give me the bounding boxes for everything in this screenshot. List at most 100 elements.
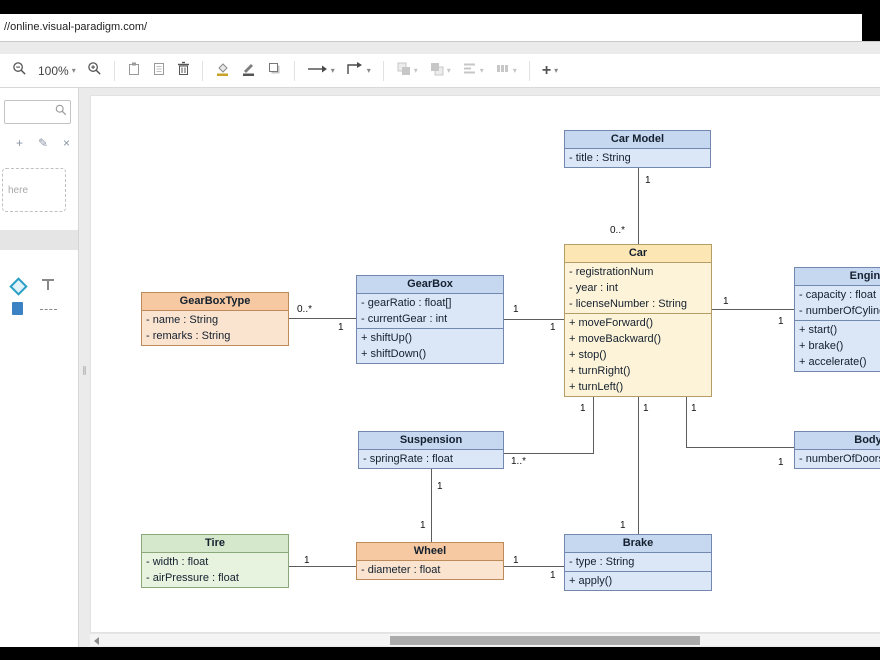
line-color-button[interactable] xyxy=(237,58,260,84)
palette-item-document[interactable] xyxy=(12,302,23,315)
search-icon xyxy=(55,103,67,121)
association-line[interactable] xyxy=(504,319,564,320)
class-gearbox[interactable]: GearBox- gearRatio : float[]- currentGea… xyxy=(356,275,504,364)
scrollbar-thumb[interactable] xyxy=(390,636,700,645)
association-line[interactable] xyxy=(686,397,687,448)
multiplicity-label[interactable]: 1 xyxy=(777,316,785,327)
fill-color-button[interactable] xyxy=(211,58,234,84)
shape-sidebar: + ✎ × here xyxy=(0,88,79,647)
class-engine[interactable]: Engine- capacity : float- numberOfCylind… xyxy=(794,267,880,372)
class-member: - licenseNumber : String xyxy=(565,296,711,312)
chevron-down-icon: ▾ xyxy=(414,66,418,75)
multiplicity-label[interactable]: 1 xyxy=(690,403,698,414)
association-line[interactable] xyxy=(504,566,564,567)
class-member: - currentGear : int xyxy=(357,311,503,327)
multiplicity-label[interactable]: 1 xyxy=(419,520,427,531)
palette-item-dashed-line[interactable] xyxy=(40,309,57,310)
add-palette-button[interactable]: + xyxy=(16,136,23,150)
browser-address-bar: //online.visual-paradigm.com/ xyxy=(0,14,880,42)
horizontal-scrollbar[interactable] xyxy=(90,633,880,646)
elbow-connector-button[interactable]: ▾ xyxy=(342,58,375,83)
multiplicity-label[interactable]: 1 xyxy=(436,481,444,492)
multiplicity-label[interactable]: 1 xyxy=(303,555,311,566)
multiplicity-label[interactable]: 1 xyxy=(642,403,650,414)
class-car[interactable]: Car- registrationNum- year : int- licens… xyxy=(564,244,712,397)
association-line[interactable] xyxy=(289,566,356,567)
close-palette-button[interactable]: × xyxy=(63,136,70,150)
zoom-in-icon xyxy=(87,61,102,81)
class-tire[interactable]: Tire- width : float- airPressure : float xyxy=(141,534,289,588)
class-gearboxtype[interactable]: GearBoxType- name : String- remarks : St… xyxy=(141,292,289,346)
palette-item-decision[interactable] xyxy=(12,280,25,293)
delete-button[interactable] xyxy=(173,58,194,84)
paste-button[interactable] xyxy=(123,58,145,84)
class-title: Brake xyxy=(565,535,711,553)
multiplicity-label[interactable]: 0..* xyxy=(609,225,626,236)
class-member: - springRate : float xyxy=(359,451,503,467)
class-member: + shiftUp() xyxy=(357,330,503,346)
class-title: Tire xyxy=(142,535,288,553)
add-shape-button[interactable]: + ▾ xyxy=(538,61,562,81)
multiplicity-label[interactable]: 1 xyxy=(619,520,627,531)
palette-section-header[interactable] xyxy=(0,230,78,250)
class-title: Car Model xyxy=(565,131,710,149)
connector-style-button[interactable]: ▾ xyxy=(303,59,339,83)
association-line[interactable] xyxy=(712,309,794,310)
multiplicity-label[interactable]: 1 xyxy=(722,296,730,307)
class-attrs: - numberOfDoors : int xyxy=(795,450,880,468)
multiplicity-label[interactable]: 1 xyxy=(337,322,345,333)
class-attrs: - width : float- airPressure : float xyxy=(142,553,288,587)
association-line[interactable] xyxy=(686,447,794,448)
multiplicity-label[interactable]: 1 xyxy=(549,322,557,333)
multiplicity-label[interactable]: 1 xyxy=(512,304,520,315)
class-title: Suspension xyxy=(359,432,503,450)
multiplicity-label[interactable]: 1 xyxy=(549,570,557,581)
chevron-down-icon: ▾ xyxy=(513,66,517,75)
palette-item-tbar[interactable] xyxy=(40,278,56,297)
shadow-button[interactable] xyxy=(263,58,286,84)
class-member: + moveBackward() xyxy=(565,331,711,347)
multiplicity-label[interactable]: 1..* xyxy=(510,456,527,467)
bring-forward-button[interactable]: ▾ xyxy=(392,58,422,84)
search-input[interactable] xyxy=(5,105,53,119)
multiplicity-label[interactable]: 1 xyxy=(644,175,652,186)
association-line[interactable] xyxy=(638,397,639,534)
association-line[interactable] xyxy=(593,397,594,453)
tbar-shape-icon xyxy=(40,278,56,292)
class-suspension[interactable]: Suspension- springRate : float xyxy=(358,431,504,469)
distribute-button[interactable]: ▾ xyxy=(491,58,521,84)
association-line[interactable] xyxy=(289,318,356,319)
multiplicity-label[interactable]: 0..* xyxy=(296,304,313,315)
class-attrs: - type : String xyxy=(565,553,711,571)
zoom-in-button[interactable] xyxy=(83,58,106,84)
shape-drop-zone[interactable]: here xyxy=(2,168,66,212)
class-car-model[interactable]: Car Model- title : String xyxy=(564,130,711,168)
association-line[interactable] xyxy=(504,453,594,454)
send-backward-button[interactable]: ▾ xyxy=(425,58,455,84)
class-member: + accelerate() xyxy=(795,354,880,370)
browser-url[interactable]: //online.visual-paradigm.com/ xyxy=(0,14,880,41)
class-wheel[interactable]: Wheel- diameter : float xyxy=(356,542,504,580)
multiplicity-label[interactable]: 1 xyxy=(512,555,520,566)
app-window: //online.visual-paradigm.com/ 100% ▾ xyxy=(0,0,880,660)
dashed-line-icon xyxy=(40,309,57,310)
sidebar-collapse-handle[interactable]: ∥ xyxy=(79,358,90,382)
duplicate-button[interactable] xyxy=(148,58,170,84)
association-line[interactable] xyxy=(431,469,432,542)
scroll-left-arrow-icon[interactable] xyxy=(94,637,99,645)
zoom-out-button[interactable] xyxy=(8,58,31,84)
class-member: + turnLeft() xyxy=(565,379,711,395)
edit-palette-button[interactable]: ✎ xyxy=(38,136,48,150)
multiplicity-label[interactable]: 1 xyxy=(579,403,587,414)
drop-zone-label: here xyxy=(8,185,28,196)
class-body[interactable]: Body- numberOfDoors : int xyxy=(794,431,880,469)
align-button[interactable]: ▾ xyxy=(458,58,488,84)
association-line[interactable] xyxy=(638,168,639,244)
class-member: - year : int xyxy=(565,280,711,296)
multiplicity-label[interactable]: 1 xyxy=(777,457,785,468)
diagram-canvas[interactable]: Car Model- title : String Car- registrati… xyxy=(90,95,880,633)
bottom-black-bar xyxy=(0,647,880,660)
zoom-level-dropdown[interactable]: 100% ▾ xyxy=(34,61,80,81)
align-icon xyxy=(462,61,477,81)
class-brake[interactable]: Brake- type : String+ apply() xyxy=(564,534,712,591)
